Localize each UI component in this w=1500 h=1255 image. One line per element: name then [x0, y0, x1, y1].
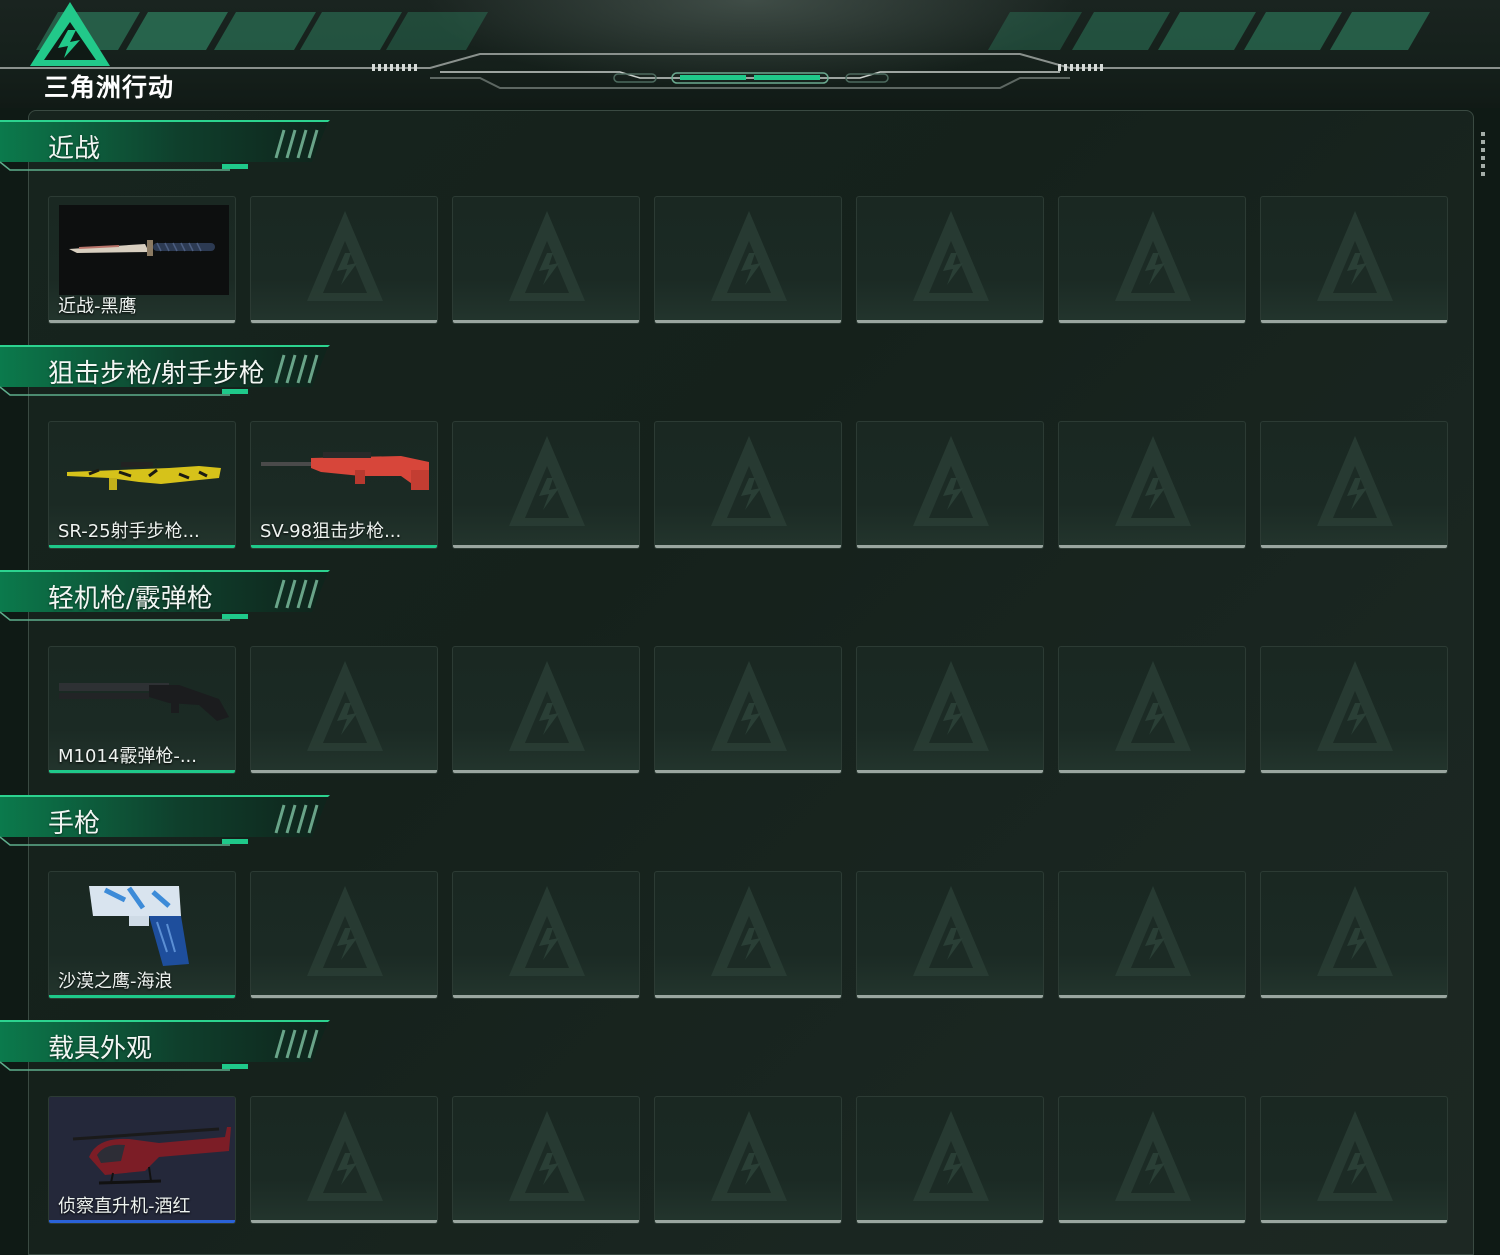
- rarity-bar: [49, 995, 235, 998]
- header-ornament: [0, 12, 1500, 89]
- empty-slot[interactable]: [856, 196, 1044, 324]
- section-title: 狙击步枪/射手步枪: [48, 359, 265, 389]
- slot-bar: [1059, 995, 1245, 998]
- top-header: 三角洲行动: [0, 0, 1500, 108]
- empty-slot[interactable]: [1058, 196, 1246, 324]
- empty-slot[interactable]: [1058, 1096, 1246, 1224]
- empty-slot[interactable]: [654, 421, 842, 549]
- slot-bar: [1261, 545, 1447, 548]
- slot-bar: [453, 320, 639, 323]
- section-header: 轻机枪/霰弹枪: [0, 570, 335, 626]
- empty-slot[interactable]: [654, 871, 842, 999]
- section-header: 近战: [0, 120, 335, 176]
- empty-slot[interactable]: [452, 1096, 640, 1224]
- scrollbar[interactable]: [1481, 132, 1485, 180]
- item-name: 沙漠之鹰-海浪: [58, 971, 173, 992]
- item-card[interactable]: 沙漠之鹰-海浪: [48, 871, 236, 999]
- slot-bar: [1059, 1220, 1245, 1223]
- item-row: 近战-黑鹰: [48, 196, 1450, 326]
- empty-slot[interactable]: [1260, 1096, 1448, 1224]
- rarity-bar: [251, 545, 437, 548]
- item-row: 沙漠之鹰-海浪: [48, 871, 1450, 1001]
- slot-bar: [251, 770, 437, 773]
- empty-slot[interactable]: [654, 1096, 842, 1224]
- empty-slot[interactable]: [856, 871, 1044, 999]
- empty-slot[interactable]: [1058, 871, 1246, 999]
- empty-slot[interactable]: [1260, 421, 1448, 549]
- slot-bar: [655, 545, 841, 548]
- slot-bar: [655, 995, 841, 998]
- empty-slot[interactable]: [250, 196, 438, 324]
- item-name: 侦察直升机-酒红: [58, 1196, 191, 1217]
- slot-bar: [251, 995, 437, 998]
- slot-bar: [857, 995, 1043, 998]
- section-header: 载具外观: [0, 1020, 335, 1076]
- section-header: 手枪: [0, 795, 335, 851]
- slot-bar: [655, 1220, 841, 1223]
- empty-slot[interactable]: [1058, 646, 1246, 774]
- item-card[interactable]: SV-98狙击步枪...: [250, 421, 438, 549]
- empty-slot[interactable]: [452, 196, 640, 324]
- slot-bar: [857, 545, 1043, 548]
- empty-slot[interactable]: [250, 646, 438, 774]
- section-title: 手枪: [48, 809, 101, 839]
- slot-bar: [453, 995, 639, 998]
- empty-slot[interactable]: [856, 646, 1044, 774]
- slot-bar: [1059, 770, 1245, 773]
- empty-slot[interactable]: [452, 871, 640, 999]
- empty-slot[interactable]: [856, 421, 1044, 549]
- slot-bar: [655, 320, 841, 323]
- empty-slot[interactable]: [1260, 646, 1448, 774]
- empty-slot[interactable]: [654, 196, 842, 324]
- item-name: 近战-黑鹰: [58, 296, 137, 317]
- slot-bar: [251, 1220, 437, 1223]
- item-card[interactable]: 近战-黑鹰: [48, 196, 236, 324]
- item-row: SR-25射手步枪... SV-98狙击步枪...: [48, 421, 1450, 551]
- logo-text: 三角洲行动: [44, 73, 175, 102]
- item-name: SR-25射手步枪...: [58, 521, 200, 542]
- rarity-bar: [49, 545, 235, 548]
- empty-slot[interactable]: [1058, 421, 1246, 549]
- empty-slot[interactable]: [1260, 196, 1448, 324]
- empty-slot[interactable]: [856, 1096, 1044, 1224]
- empty-slot[interactable]: [250, 871, 438, 999]
- rarity-bar: [49, 320, 235, 323]
- slot-bar: [857, 770, 1043, 773]
- slot-bar: [453, 1220, 639, 1223]
- slot-bar: [251, 320, 437, 323]
- slot-bar: [1059, 320, 1245, 323]
- rarity-bar: [49, 1220, 235, 1223]
- item-name: SV-98狙击步枪...: [260, 521, 402, 542]
- item-row: M1014霰弹枪-...: [48, 646, 1450, 776]
- slot-bar: [453, 770, 639, 773]
- item-card[interactable]: M1014霰弹枪-...: [48, 646, 236, 774]
- slot-bar: [1261, 995, 1447, 998]
- empty-slot[interactable]: [452, 421, 640, 549]
- slot-bar: [453, 545, 639, 548]
- slot-bar: [1261, 770, 1447, 773]
- empty-slot[interactable]: [1260, 871, 1448, 999]
- item-row: 侦察直升机-酒红: [48, 1096, 1450, 1226]
- slot-bar: [1059, 545, 1245, 548]
- section-title: 载具外观: [48, 1034, 153, 1064]
- slot-bar: [655, 770, 841, 773]
- slot-bar: [1261, 1220, 1447, 1223]
- section-title: 轻机枪/霰弹枪: [48, 584, 213, 614]
- item-card[interactable]: 侦察直升机-酒红: [48, 1096, 236, 1224]
- slot-bar: [1261, 320, 1447, 323]
- item-name: M1014霰弹枪-...: [58, 746, 197, 767]
- section-title: 近战: [48, 134, 101, 164]
- section-header: 狙击步枪/射手步枪: [0, 345, 335, 401]
- empty-slot[interactable]: [250, 1096, 438, 1224]
- empty-slot[interactable]: [452, 646, 640, 774]
- slot-bar: [857, 1220, 1043, 1223]
- item-card[interactable]: SR-25射手步枪...: [48, 421, 236, 549]
- rarity-bar: [49, 770, 235, 773]
- slot-bar: [857, 320, 1043, 323]
- empty-slot[interactable]: [654, 646, 842, 774]
